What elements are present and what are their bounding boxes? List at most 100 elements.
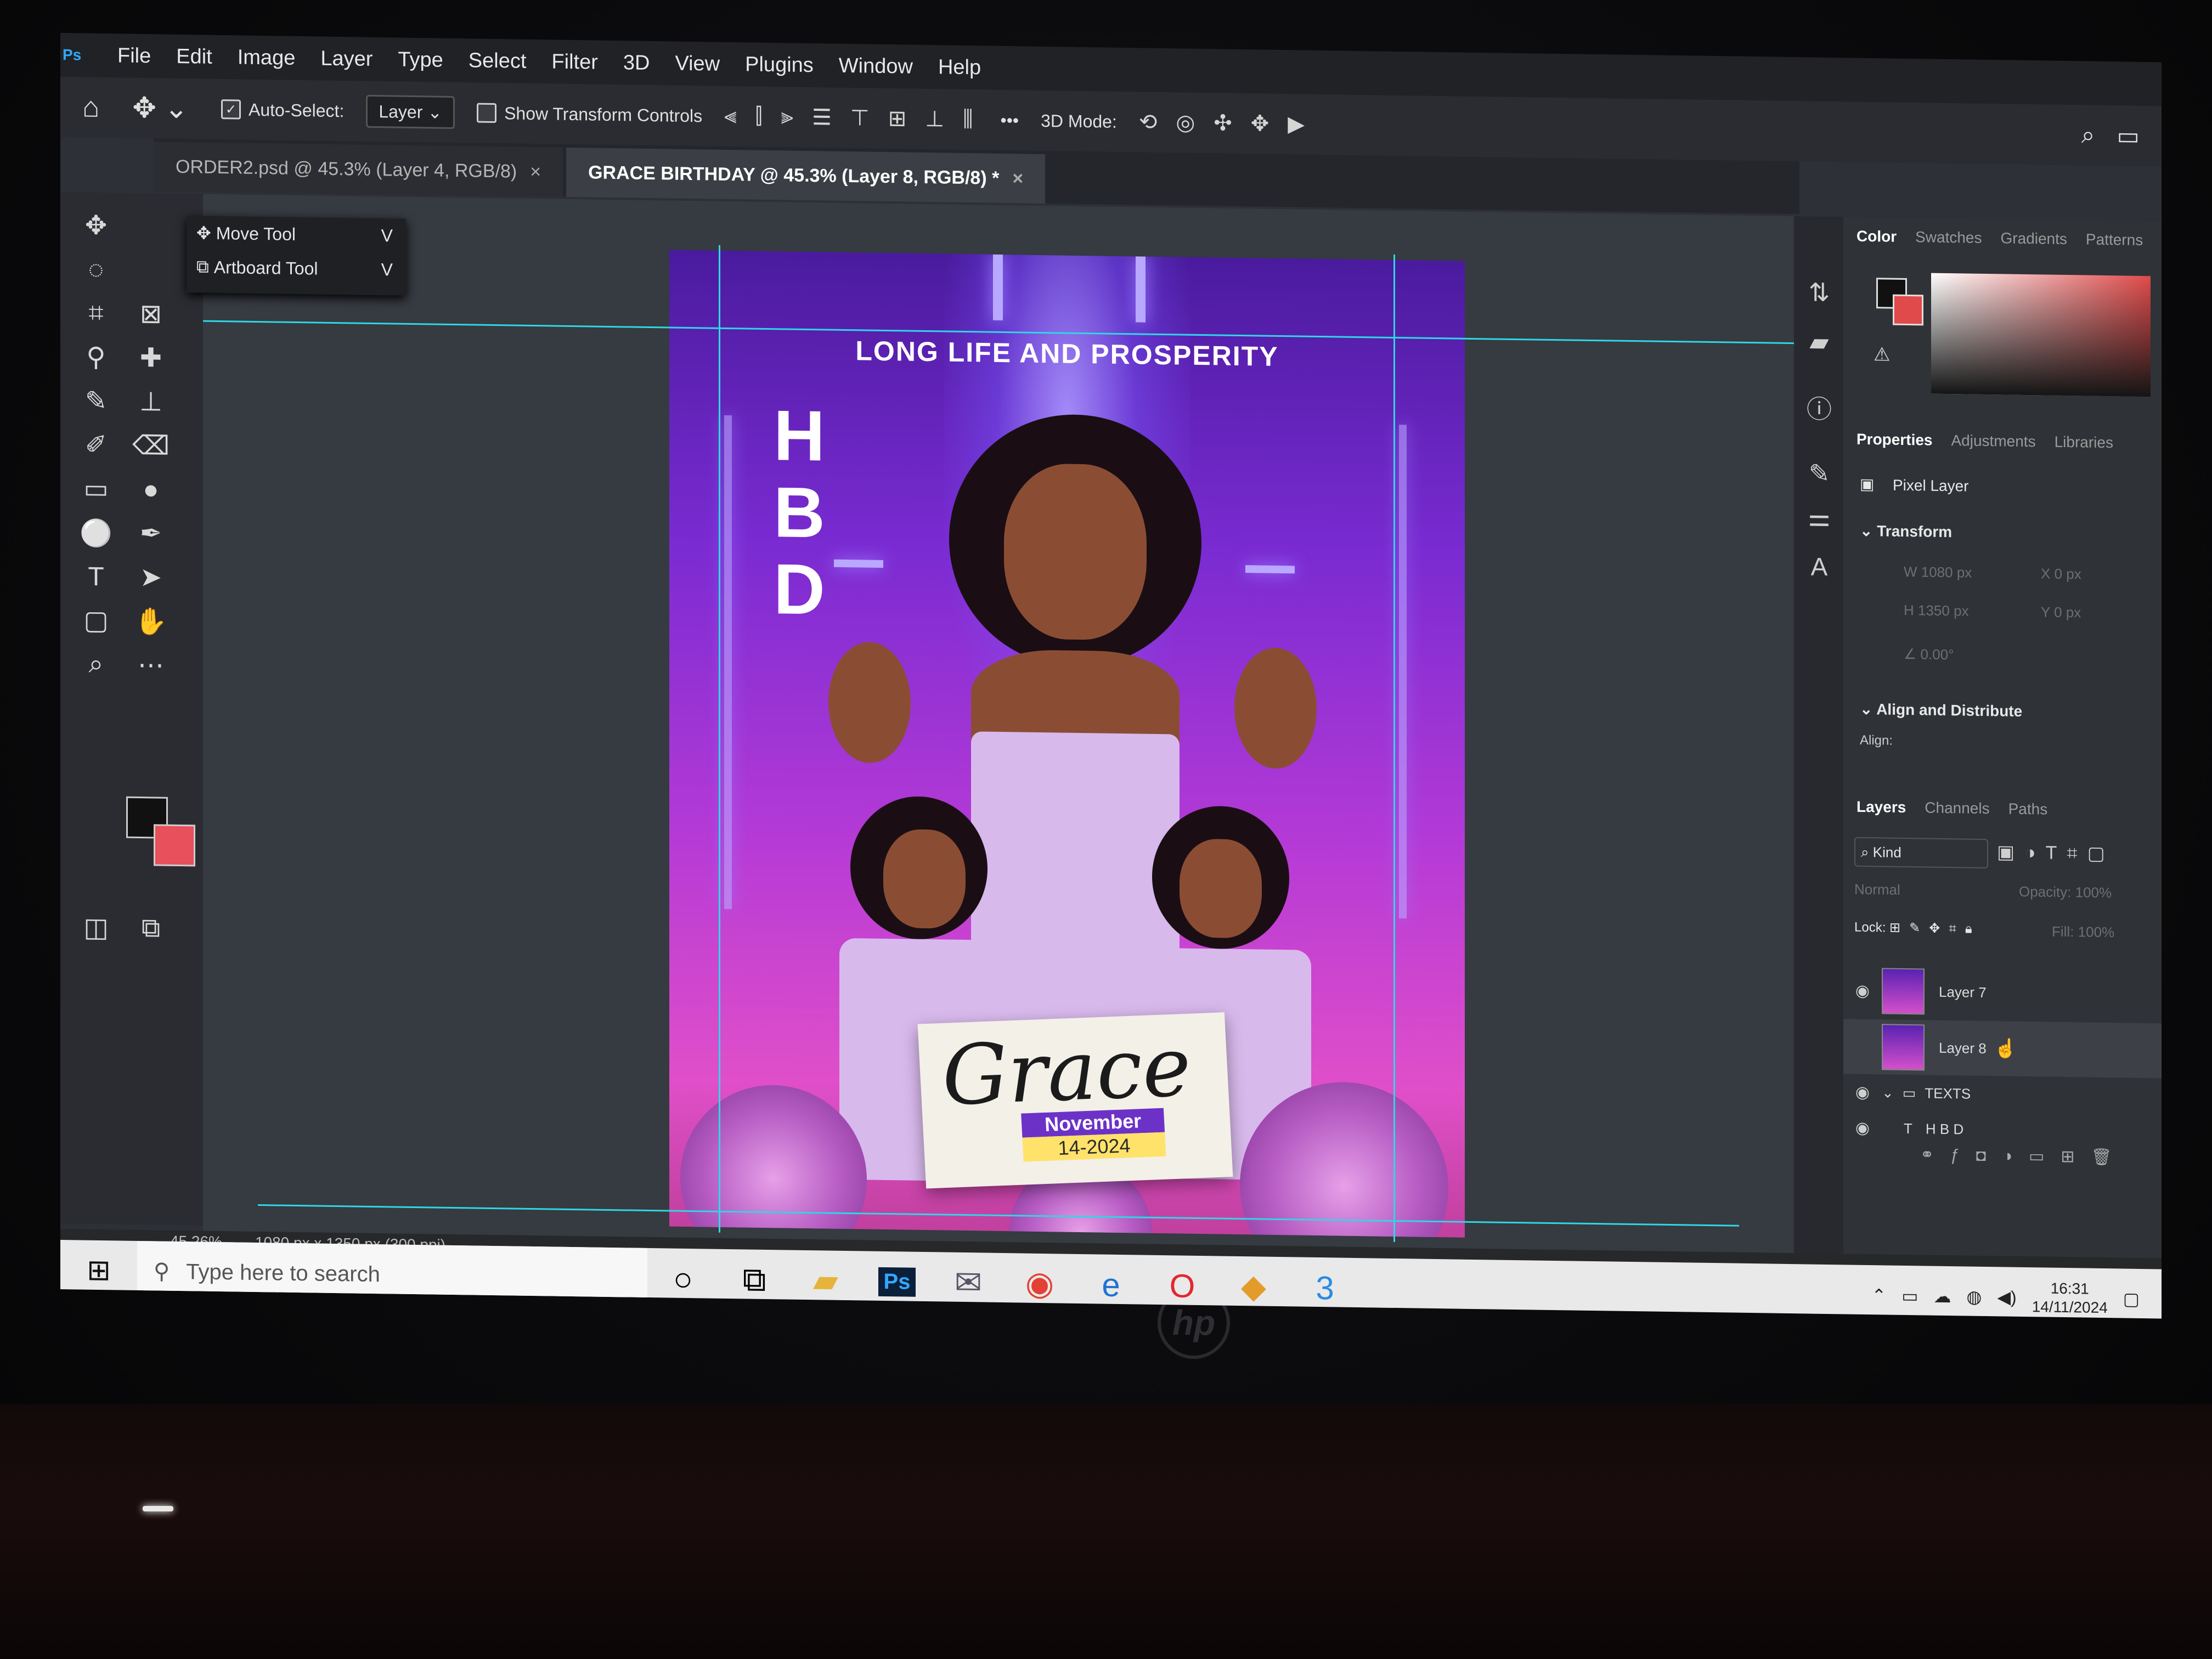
align-left-icon[interactable]: ⫷: [724, 104, 737, 129]
flyout-artboard-tool[interactable]: ⧉ Artboard Tool V: [187, 250, 406, 287]
globe-icon[interactable]: ◍: [1967, 1286, 1982, 1307]
fill-field[interactable]: Fill: 100%: [2052, 923, 2114, 941]
auto-select-dropdown[interactable]: Layer ⌄: [366, 94, 455, 129]
angle-field[interactable]: ∠ 0.00°: [1904, 646, 1954, 663]
height-field[interactable]: H 1350 px: [1904, 602, 1969, 620]
battery-icon[interactable]: ▭: [1901, 1285, 1918, 1306]
menu-filter[interactable]: Filter: [551, 50, 597, 74]
history-icon[interactable]: ⇅: [1804, 276, 1835, 308]
background-color-swatch[interactable]: [154, 824, 195, 867]
file-explorer-icon[interactable]: ▰: [790, 1261, 861, 1301]
tab-color[interactable]: Color: [1857, 228, 1897, 246]
menu-select[interactable]: Select: [469, 49, 527, 73]
3d-pan-icon[interactable]: ✣: [1214, 110, 1232, 136]
color-panel-background[interactable]: [1893, 294, 1923, 326]
flyout-move-tool[interactable]: ✥ Move Tool V: [187, 216, 406, 253]
blend-mode-dropdown[interactable]: Normal: [1854, 881, 1900, 899]
chrome-icon[interactable]: ◉: [1004, 1264, 1075, 1304]
align-top-icon[interactable]: ⊤: [850, 105, 870, 131]
history-brush-icon[interactable]: ✐: [71, 422, 121, 467]
menu-3d[interactable]: 3D: [623, 51, 650, 75]
guide-vertical-left[interactable]: [719, 245, 720, 1233]
lasso-tool-icon[interactable]: ◌: [71, 247, 121, 291]
align-center-icon[interactable]: ⫿: [755, 104, 763, 129]
tab-adjustments[interactable]: Adjustments: [1951, 432, 2036, 450]
tab-channels[interactable]: Channels: [1925, 799, 1989, 817]
eraser-tool-icon[interactable]: ⌫: [126, 424, 176, 468]
menu-file[interactable]: File: [117, 44, 151, 68]
frame-tool-icon[interactable]: ⊠: [126, 292, 176, 336]
menu-window[interactable]: Window: [839, 54, 913, 78]
tab-grace-birthday[interactable]: GRACE BIRTHDAY @ 45.3% (Layer 8, RGB/8) …: [566, 147, 1046, 204]
visibility-eye-icon[interactable]: ◉: [1843, 1118, 1882, 1138]
canvas-area[interactable]: LONG LIFE AND PROSPERITY H B D Grace Nov…: [203, 194, 1794, 1254]
notifications-icon[interactable]: ▢: [2123, 1288, 2140, 1309]
home-icon[interactable]: ⌂: [82, 91, 99, 124]
tab-gradients[interactable]: Gradients: [2001, 229, 2067, 248]
rectangle-tool-icon[interactable]: ▢: [71, 598, 121, 642]
adjust-icon[interactable]: ⚌: [1804, 501, 1835, 533]
layer-row-layer-7[interactable]: ◉ Layer 7: [1843, 963, 2162, 1022]
eyedropper-tool-icon[interactable]: ⚲: [71, 335, 121, 379]
auto-select-checkbox[interactable]: ✓ Auto-Select:: [221, 99, 344, 121]
menu-layer[interactable]: Layer: [320, 47, 373, 71]
menu-type[interactable]: Type: [398, 48, 443, 72]
crop-tool-icon[interactable]: ⌗: [71, 291, 121, 335]
blur-tool-icon[interactable]: ●: [126, 467, 176, 512]
layer-filter-icons[interactable]: ▣◑T⌗▢: [1997, 841, 2115, 865]
hand-tool-icon[interactable]: ✋: [126, 599, 176, 644]
screen-mode-icon[interactable]: ⧉: [126, 906, 176, 951]
windows-start-icon[interactable]: ⊞: [60, 1254, 137, 1288]
align-middle-icon[interactable]: ⊞: [888, 106, 907, 131]
x-field[interactable]: X 0 px: [2041, 565, 2081, 583]
info-icon[interactable]: ⓘ: [1804, 392, 1835, 424]
mail-icon[interactable]: ✉: [933, 1263, 1004, 1302]
chevron-up-icon[interactable]: ⌃: [1871, 1285, 1886, 1306]
cortana-icon[interactable]: ○: [647, 1259, 719, 1298]
close-icon[interactable]: ×: [530, 161, 541, 182]
layer-footer-icons[interactable]: ⚭ƒ◘◑▭⊞🗑︎: [1920, 1145, 2129, 1167]
guide-vertical-right[interactable]: [1393, 254, 1395, 1242]
healing-brush-icon[interactable]: ✚: [126, 336, 176, 380]
quick-mask-icon[interactable]: ◫: [71, 905, 121, 950]
poster-artboard[interactable]: LONG LIFE AND PROSPERITY H B D Grace Nov…: [669, 250, 1465, 1238]
color-picker-field[interactable]: [1931, 273, 2151, 397]
glyphs-icon[interactable]: A: [1804, 551, 1835, 582]
align-section[interactable]: ⌄ Align and Distribute: [1860, 700, 2022, 720]
menu-image[interactable]: Image: [238, 46, 296, 70]
more-tools-icon[interactable]: ⋯: [126, 643, 176, 687]
menu-view[interactable]: View: [675, 52, 720, 76]
3d-orbit-icon[interactable]: ⟲: [1139, 109, 1158, 134]
layer-filter-dropdown[interactable]: ⌕ Kind: [1854, 837, 1988, 869]
tab-patterns[interactable]: Patterns: [2086, 231, 2143, 249]
opacity-field[interactable]: Opacity: 100%: [2019, 883, 2112, 901]
workspace-icon[interactable]: ▭: [2117, 122, 2140, 150]
align-vert-icon[interactable]: ☰: [812, 105, 832, 131]
tab-properties[interactable]: Properties: [1857, 431, 1933, 449]
gradient-tool-icon[interactable]: ▭: [71, 466, 121, 511]
tab-order2[interactable]: ORDER2.psd @ 45.3% (Layer 4, RGB/8) ×: [154, 142, 563, 197]
width-field[interactable]: W 1080 px: [1904, 563, 1972, 582]
edge-icon[interactable]: e: [1075, 1265, 1147, 1304]
dodge-tool-icon[interactable]: ⚪: [71, 510, 121, 555]
show-transform-checkbox[interactable]: Show Transform Controls: [477, 103, 702, 126]
y-field[interactable]: Y 0 px: [2041, 603, 2081, 621]
3d-slide-icon[interactable]: ✥: [1251, 111, 1269, 136]
stack-app-icon[interactable]: ◆: [1218, 1267, 1289, 1306]
opera-icon[interactable]: O: [1147, 1266, 1218, 1305]
lock-icons[interactable]: ⊞✎✥⌗🔒︎: [1889, 921, 1981, 936]
3d-roll-icon[interactable]: ◎: [1176, 110, 1195, 135]
more-options-button[interactable]: •••: [1001, 110, 1019, 130]
task-view-icon[interactable]: ⧉: [719, 1260, 790, 1300]
align-right-icon[interactable]: ⫸: [781, 104, 793, 129]
type-tool-icon[interactable]: T: [71, 554, 121, 599]
zoom-tool-icon[interactable]: ⌕: [71, 642, 121, 686]
comments-icon[interactable]: ▰: [1804, 326, 1835, 357]
tab-swatches[interactable]: Swatches: [1915, 228, 1982, 247]
photoshop-icon[interactable]: Ps: [861, 1267, 933, 1297]
visibility-eye-icon[interactable]: ◉: [1843, 981, 1882, 1001]
brushes-icon[interactable]: ✎: [1804, 458, 1835, 489]
tab-paths[interactable]: Paths: [2008, 800, 2048, 819]
visibility-off-icon[interactable]: [1843, 1046, 1882, 1047]
path-select-icon[interactable]: ➤: [126, 555, 176, 600]
